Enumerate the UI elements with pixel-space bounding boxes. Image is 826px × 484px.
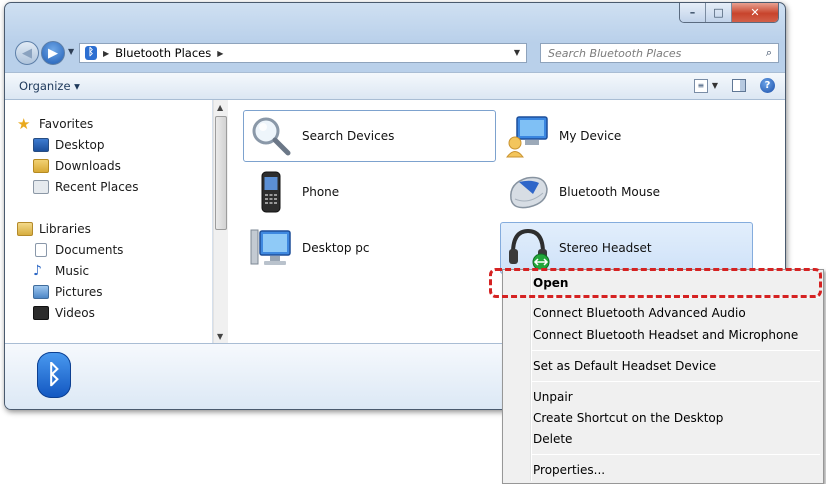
device-label: Desktop pc bbox=[302, 241, 370, 255]
device-my-device[interactable]: My Device bbox=[500, 110, 753, 162]
sidebar-item-pictures[interactable]: Pictures bbox=[33, 282, 103, 302]
star-icon: ★ bbox=[17, 115, 31, 133]
help-icon[interactable]: ? bbox=[760, 78, 775, 93]
menu-item-label: Properties... bbox=[533, 463, 606, 477]
views-dropdown-icon[interactable]: ▼ bbox=[712, 81, 718, 90]
back-button[interactable]: ◀ bbox=[15, 41, 39, 65]
menu-separator bbox=[532, 350, 820, 351]
bluetooth-icon: ᛒ bbox=[37, 352, 71, 398]
context-menu: Open Connect Bluetooth Advanced Audio Co… bbox=[502, 269, 824, 484]
device-search-devices[interactable]: Search Devices bbox=[243, 110, 496, 162]
menu-item-label: Create Shortcut on the Desktop bbox=[533, 411, 724, 425]
navigation-pane: ★ Favorites Desktop Downloads Recent Pla… bbox=[5, 100, 213, 343]
phone-icon bbox=[248, 169, 294, 215]
magnifier-icon bbox=[248, 113, 294, 159]
breadcrumb-arrow[interactable]: ▶ bbox=[217, 49, 223, 58]
recent-places-icon bbox=[33, 180, 49, 194]
computer-icon bbox=[248, 225, 294, 271]
navigation-pane-scrollbar[interactable]: ▲ ▼ bbox=[213, 100, 228, 343]
mouse-icon bbox=[505, 169, 551, 215]
sidebar-item-label: Music bbox=[55, 264, 90, 278]
menu-separator bbox=[532, 454, 820, 455]
device-stereo-headset[interactable]: Stereo Headset bbox=[500, 222, 753, 274]
pictures-icon bbox=[33, 285, 49, 299]
preview-pane-icon[interactable] bbox=[732, 79, 746, 92]
scroll-down-arrow[interactable]: ▼ bbox=[217, 332, 223, 341]
device-label: Search Devices bbox=[302, 129, 395, 143]
bluetooth-icon: ᛒ bbox=[85, 46, 97, 60]
sidebar-item-label: Desktop bbox=[55, 138, 105, 152]
menu-item-unpair[interactable]: Unpair bbox=[503, 387, 823, 409]
sidebar-item-music[interactable]: ♪ Music bbox=[33, 261, 89, 281]
change-view-icon[interactable]: ≡ bbox=[693, 78, 708, 93]
device-desktop-pc[interactable]: Desktop pc bbox=[243, 222, 496, 274]
device-label: Stereo Headset bbox=[559, 241, 652, 255]
device-phone[interactable]: Phone bbox=[243, 166, 496, 218]
menu-separator bbox=[532, 297, 820, 298]
device-label: Bluetooth Mouse bbox=[559, 185, 661, 199]
sidebar-item-recent-places[interactable]: Recent Places bbox=[33, 177, 138, 197]
documents-icon bbox=[35, 243, 47, 257]
breadcrumb-arrow[interactable]: ▶ bbox=[103, 49, 109, 58]
libraries-folder-icon bbox=[17, 222, 33, 236]
device-label: My Device bbox=[559, 129, 622, 143]
organize-menu[interactable]: Organize ▾ bbox=[19, 79, 80, 93]
maximize-button[interactable]: □ bbox=[706, 3, 732, 22]
breadcrumb-bluetooth-places[interactable]: Bluetooth Places bbox=[115, 46, 211, 60]
sidebar-item-downloads[interactable]: Downloads bbox=[33, 156, 121, 176]
sidebar-item-label: Favorites bbox=[39, 117, 94, 131]
search-icon[interactable]: ⌕ bbox=[766, 46, 772, 60]
sidebar-item-documents[interactable]: Documents bbox=[33, 240, 123, 260]
menu-item-label: Delete bbox=[533, 432, 573, 446]
menu-item-connect-advanced-audio[interactable]: Connect Bluetooth Advanced Audio bbox=[503, 303, 823, 325]
recent-pages-dropdown[interactable]: ▼ bbox=[68, 47, 74, 56]
menu-item-set-default[interactable]: Set as Default Headset Device bbox=[503, 356, 823, 378]
menu-item-connect-headset-mic[interactable]: Connect Bluetooth Headset and Microphone bbox=[503, 325, 823, 347]
search-input[interactable] bbox=[546, 44, 751, 62]
desktop-icon bbox=[33, 138, 49, 152]
sidebar-item-label: Videos bbox=[55, 306, 95, 320]
search-box: ⌕ bbox=[540, 43, 779, 63]
menu-separator bbox=[532, 381, 820, 382]
sidebar-item-videos[interactable]: Videos bbox=[33, 303, 95, 323]
user-device-icon bbox=[505, 113, 551, 159]
menu-item-label: Connect Bluetooth Headset and Microphone bbox=[533, 328, 799, 342]
sidebar-item-label: Documents bbox=[55, 243, 124, 257]
menu-item-delete[interactable]: Delete bbox=[503, 429, 823, 451]
caption-buttons: – □ ✕ bbox=[679, 3, 779, 23]
menu-item-label: Set as Default Headset Device bbox=[533, 359, 717, 373]
menu-item-open[interactable]: Open bbox=[503, 273, 823, 295]
scroll-thumb[interactable] bbox=[215, 116, 227, 230]
menu-item-create-shortcut[interactable]: Create Shortcut on the Desktop bbox=[503, 408, 823, 430]
headset-icon bbox=[505, 225, 551, 271]
address-dropdown[interactable]: ▼ bbox=[514, 48, 520, 57]
videos-icon bbox=[33, 306, 49, 320]
forward-button[interactable]: ▶ bbox=[41, 41, 65, 65]
menu-item-label: Unpair bbox=[533, 390, 573, 404]
command-bar: Organize ▾ ≡ ▼ ? bbox=[5, 72, 785, 100]
device-bluetooth-mouse[interactable]: Bluetooth Mouse bbox=[500, 166, 753, 218]
sidebar-item-desktop[interactable]: Desktop bbox=[33, 135, 105, 155]
sidebar-item-label: Recent Places bbox=[55, 180, 139, 194]
downloads-folder-icon bbox=[33, 159, 49, 173]
sidebar-item-label: Downloads bbox=[55, 159, 121, 173]
scroll-up-arrow[interactable]: ▲ bbox=[217, 103, 223, 112]
toolbar-right: ≡ ▼ ? bbox=[693, 78, 775, 93]
sidebar-item-label: Libraries bbox=[39, 222, 91, 236]
close-button[interactable]: ✕ bbox=[732, 3, 778, 22]
sidebar-item-label: Pictures bbox=[55, 285, 103, 299]
menu-item-properties[interactable]: Properties... bbox=[503, 460, 823, 482]
navigation-bar: ◀ ▶ ▼ ᛒ ▶ Bluetooth Places ▶ ▼ ⇆ ⌕ bbox=[13, 40, 779, 66]
sidebar-item-libraries[interactable]: Libraries bbox=[17, 219, 91, 239]
music-icon: ♪ bbox=[33, 263, 42, 279]
device-label: Phone bbox=[302, 185, 340, 199]
sidebar-item-favorites[interactable]: ★ Favorites bbox=[17, 114, 93, 134]
minimize-button[interactable]: – bbox=[680, 3, 706, 22]
menu-item-label: Connect Bluetooth Advanced Audio bbox=[533, 306, 746, 320]
menu-item-label: Open bbox=[533, 276, 569, 290]
address-bar[interactable]: ᛒ ▶ Bluetooth Places ▶ ▼ bbox=[79, 43, 527, 63]
